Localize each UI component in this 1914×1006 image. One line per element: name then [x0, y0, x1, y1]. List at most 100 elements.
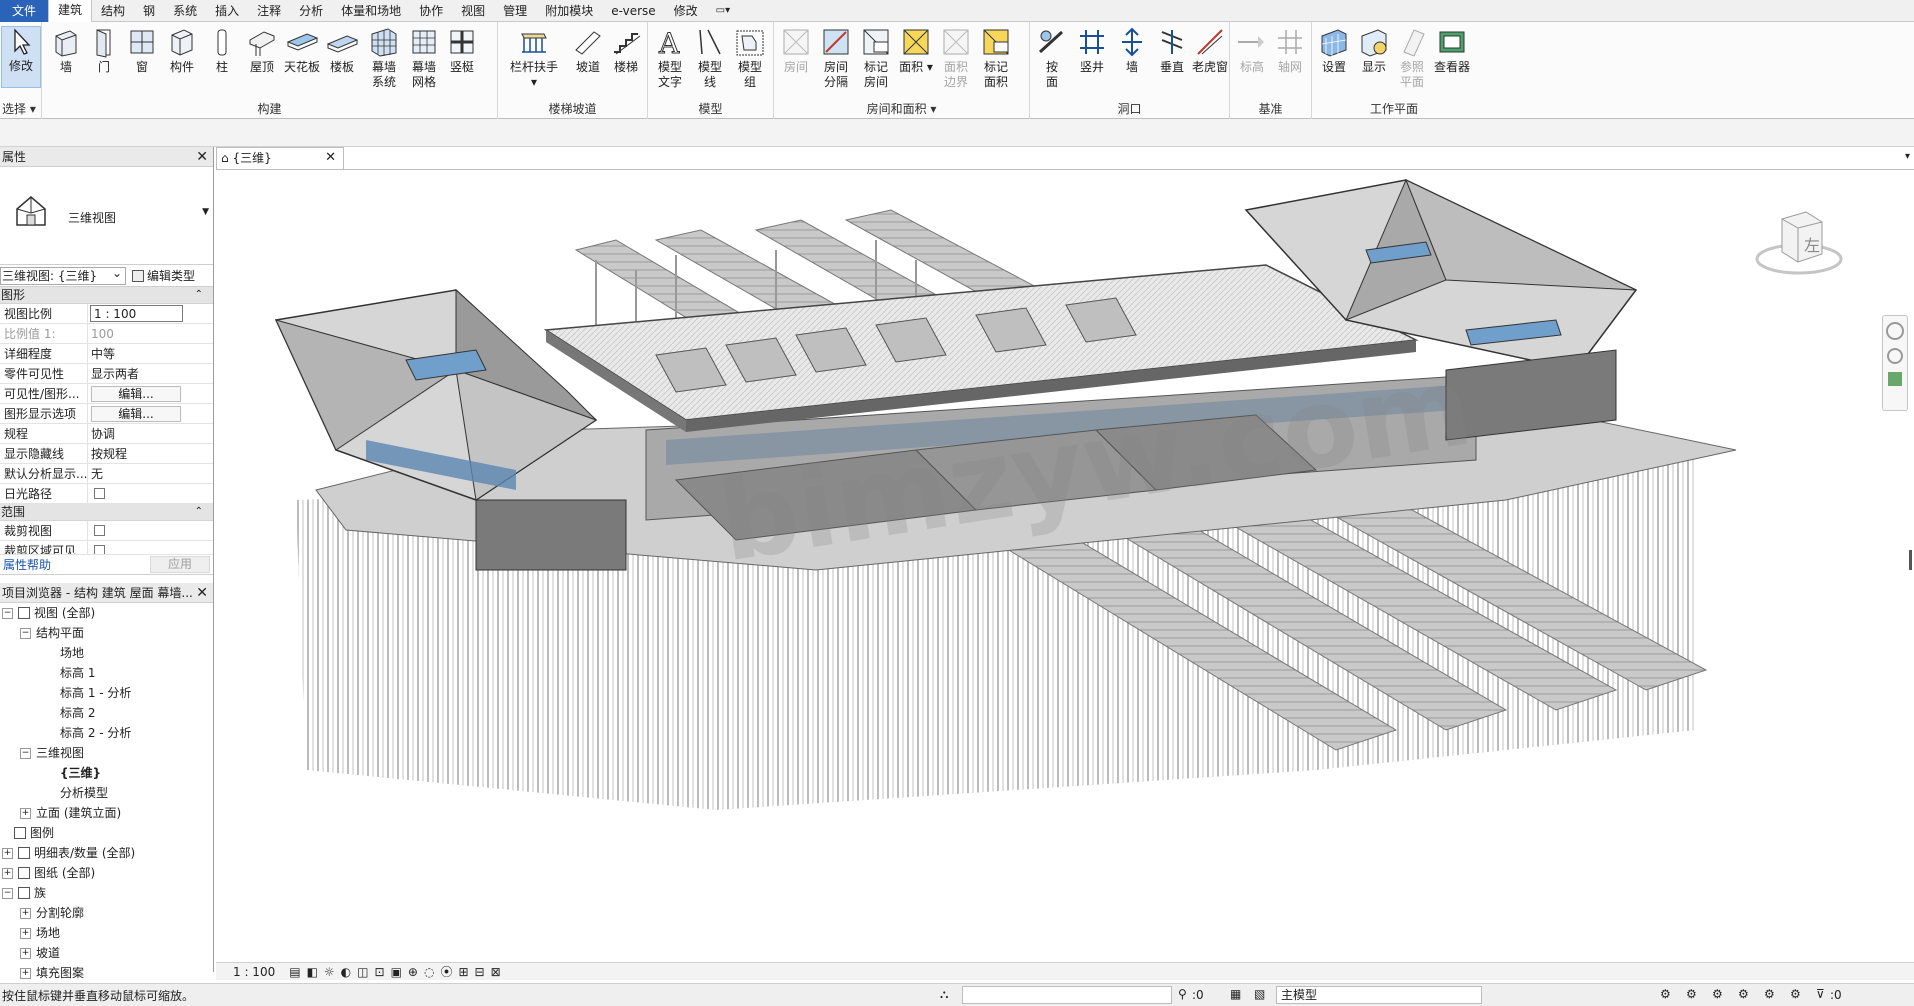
crop-region-checkbox[interactable] [94, 545, 105, 554]
expand-icon[interactable]: + [20, 927, 31, 939]
sun-path-checkbox[interactable] [94, 488, 105, 499]
collapse-icon[interactable]: − [20, 627, 31, 639]
design-options-icon[interactable]: ▦ [1230, 987, 1241, 1001]
tree-node-analytical-model[interactable]: 分析模型 [60, 783, 108, 803]
visual-style-icon[interactable]: ◧ [307, 965, 318, 979]
lock-3d-icon[interactable]: ⊕ [408, 965, 418, 979]
tree-node-3d-views[interactable]: − 三维视图 [20, 743, 84, 763]
main-model-combo[interactable]: 主模型 [1276, 986, 1482, 1004]
column-button[interactable]: 柱 [202, 26, 242, 75]
close-icon[interactable]: ✕ [325, 148, 336, 168]
prop-row-analysis-display[interactable]: 默认分析显示... 无 [0, 464, 213, 484]
select-underlay-icon[interactable]: ⚙ [1686, 987, 1697, 1001]
close-icon[interactable]: ✕ [196, 147, 208, 167]
room-separator-button[interactable]: 房间 分隔 [816, 26, 856, 90]
tree-node-level1-analysis[interactable]: 标高 1 - 分析 [60, 683, 131, 703]
select-pinned-icon[interactable]: ⚙ [1712, 987, 1723, 1001]
select-links-icon[interactable]: ⚙ [1660, 987, 1671, 1001]
analytical-model-icon[interactable]: ⊞ [458, 965, 468, 979]
exclude-options-icon[interactable]: ▧ [1254, 987, 1265, 1001]
detail-level-icon[interactable]: ▤ [289, 965, 300, 979]
constraints-icon[interactable]: ⊠ [491, 965, 501, 979]
tab-annotate[interactable]: 注释 [248, 0, 290, 22]
tab-architecture[interactable]: 建筑 [48, 0, 93, 22]
area-button[interactable]: 面积 ▾ [896, 26, 936, 75]
editable-only-icon[interactable]: ⚲ [1178, 987, 1187, 1001]
tree-node-ramps[interactable]: + 坡道 [20, 943, 60, 963]
graphics-category[interactable]: 图形 ⌃ [0, 287, 213, 304]
ceiling-button[interactable]: 天花板 [282, 26, 322, 75]
zoom-icon[interactable] [1887, 348, 1903, 364]
expand-icon[interactable]: + [2, 867, 13, 879]
tab-modify[interactable]: 修改 [665, 0, 707, 22]
tab-steel[interactable]: 钢 [134, 0, 164, 22]
pan-icon[interactable] [1888, 372, 1902, 386]
ramp-button[interactable]: 坡道 [568, 26, 608, 75]
select-by-face-icon[interactable]: ⚙ [1738, 987, 1749, 1001]
expand-icon[interactable]: + [20, 967, 31, 979]
viewcube[interactable]: 左 [1754, 204, 1844, 284]
view-selector[interactable]: 三维视图: {三维} [0, 265, 126, 285]
tab-collaborate[interactable]: 协作 [410, 0, 452, 22]
expand-icon[interactable]: + [20, 947, 31, 959]
close-icon[interactable]: ✕ [196, 583, 208, 603]
collapse-icon[interactable]: − [20, 747, 31, 759]
expand-icon[interactable]: + [20, 807, 31, 819]
set-workplane-button[interactable]: 设置 [1314, 26, 1354, 75]
scale-control[interactable]: 1 : 100 [233, 965, 275, 979]
model-line-button[interactable]: 模型 线 [690, 26, 730, 90]
railing-button[interactable]: 栏杆扶手 ▾ [506, 26, 562, 90]
tab-view[interactable]: 视图 [452, 0, 494, 22]
apply-button[interactable]: 应用 [150, 556, 210, 573]
prop-row-discipline[interactable]: 规程 协调 [0, 424, 213, 444]
grid-button[interactable]: 轴网 [1270, 26, 1310, 75]
tree-node-family-site[interactable]: + 场地 [20, 923, 60, 943]
tab-file[interactable]: 文件 [0, 0, 49, 22]
tree-node-elevations[interactable]: + 立面 (建筑立面) [20, 803, 121, 823]
tree-node-3d-current[interactable]: {三维} [60, 763, 101, 783]
crop-view-checkbox[interactable] [94, 525, 105, 536]
viewer-button[interactable]: 查看器 [1432, 26, 1472, 75]
level-button[interactable]: 标高 [1232, 26, 1272, 75]
collapse-icon[interactable]: − [2, 607, 13, 619]
properties-help-link[interactable]: 属性帮助 [3, 556, 51, 573]
crop-view-icon[interactable]: ⊡ [375, 965, 385, 979]
tree-node-families[interactable]: − 族 [2, 883, 46, 903]
reveal-hidden-icon[interactable]: ⦿ [440, 963, 452, 980]
tab-massing-site[interactable]: 体量和场地 [332, 0, 410, 22]
view-tab-3d[interactable]: ⌂ {三维} ✕ [216, 147, 344, 169]
extents-category[interactable]: 范围 ⌃ [0, 504, 213, 521]
modify-button[interactable]: 修改 [1, 26, 41, 88]
prop-row-parts-visibility[interactable]: 零件可见性 显示两者 [0, 364, 213, 384]
tab-manage[interactable]: 管理 [494, 0, 536, 22]
expand-icon[interactable]: + [2, 847, 13, 859]
wall-button[interactable]: 墙 [46, 26, 86, 75]
tree-node-fill-patterns[interactable]: + 填充图案 [20, 963, 84, 983]
temp-hide-icon[interactable]: ◌ [424, 965, 434, 979]
model-group-button[interactable]: 模型 组 [730, 26, 770, 90]
tree-node-level2-analysis[interactable]: 标高 2 - 分析 [60, 723, 131, 743]
show-workplane-button[interactable]: 显示 [1354, 26, 1394, 75]
wall-opening-button[interactable]: 墙 [1112, 26, 1152, 75]
vertical-scrollbar[interactable] [1909, 550, 1912, 570]
prop-row-scale[interactable]: 视图比例 1 : 100 [0, 304, 213, 324]
component-button[interactable]: 构件 [162, 26, 202, 75]
tab-structure[interactable]: 结构 [92, 0, 134, 22]
roof-button[interactable]: 屋顶 [242, 26, 282, 75]
room-button[interactable]: 房间 [776, 26, 816, 75]
3d-viewport[interactable]: bimzyw.com 左 [216, 169, 1914, 967]
select-dropdown[interactable]: 选择 ▾ [0, 100, 41, 117]
graphic-display-edit-button[interactable]: 编辑... [91, 406, 181, 422]
workset-icon[interactable]: ⛬ [940, 987, 948, 1002]
ribbon-options-toggle[interactable]: ▭▾ [707, 0, 739, 22]
mullion-button[interactable]: 竖梃 [442, 26, 482, 75]
tree-node-profiles[interactable]: + 分割轮廓 [20, 903, 84, 923]
show-crop-icon[interactable]: ▣ [391, 965, 402, 979]
tree-node-schedules[interactable]: + 明细表/数量 (全部) [2, 843, 135, 863]
tree-node-level2[interactable]: 标高 2 [60, 703, 95, 723]
prop-row-detail-level[interactable]: 详细程度 中等 [0, 344, 213, 364]
model-text-button[interactable]: A 模型 文字 [650, 26, 690, 90]
window-button[interactable]: 窗 [122, 26, 162, 75]
tree-node-structural-plans[interactable]: − 结构平面 [20, 623, 84, 643]
steering-wheel-icon[interactable] [1886, 322, 1904, 340]
